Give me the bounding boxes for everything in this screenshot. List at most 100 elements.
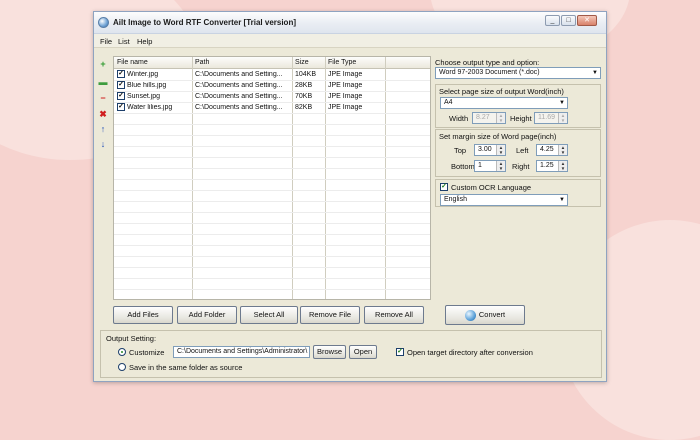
- ocr-group: ✓ Custom OCR Language English ▼: [435, 179, 601, 207]
- menu-file[interactable]: File: [100, 37, 112, 46]
- remove-file-button[interactable]: Remove File: [300, 306, 360, 324]
- open-target-label: Open target directory after conversion: [407, 348, 533, 357]
- header-file-name[interactable]: File name: [117, 59, 148, 66]
- cell-path: C:\Documents and Setting...: [195, 93, 283, 100]
- spinner-arrows-icon[interactable]: ▲ ▼: [496, 161, 505, 171]
- same-folder-label: Save in the same folder as source: [129, 363, 243, 372]
- spinner-arrows-icon: ▲ ▼: [558, 113, 567, 123]
- height-value: 11.69: [538, 114, 555, 121]
- remove-all-button[interactable]: Remove All: [364, 306, 424, 324]
- cell-path: C:\Documents and Setting...: [195, 71, 283, 78]
- open-button[interactable]: Open: [349, 345, 377, 359]
- cell-file-type: JPE Image: [328, 104, 363, 111]
- right-label: Right: [512, 162, 530, 171]
- convert-icon: [464, 309, 476, 321]
- row-checkbox[interactable]: ✓: [117, 103, 125, 111]
- empty-row: [114, 289, 430, 299]
- right-value: 1.25: [540, 162, 554, 169]
- browse-button[interactable]: Browse: [313, 345, 346, 359]
- chevron-down-icon: ▼: [559, 100, 565, 106]
- table-header: File name Path Size File Type: [114, 57, 430, 69]
- output-type-label: Choose output type and option:: [435, 58, 540, 67]
- spinner-arrows-icon[interactable]: ▲ ▼: [558, 161, 567, 171]
- header-size[interactable]: Size: [295, 59, 309, 66]
- margin-group: Set margin size of Word page(inch) Top 3…: [435, 129, 601, 177]
- move-down-icon[interactable]: ↓: [97, 139, 109, 149]
- cell-path: C:\Documents and Setting...: [195, 104, 283, 111]
- app-icon: [98, 17, 109, 28]
- customize-radio[interactable]: [118, 348, 126, 356]
- chevron-down-icon: ▼: [592, 70, 598, 76]
- convert-label: Convert: [478, 310, 506, 320]
- output-setting-label: Output Setting:: [106, 334, 157, 343]
- height-stepper: 11.69 ▲ ▼: [534, 112, 568, 124]
- add-icon[interactable]: +: [97, 59, 109, 69]
- header-path[interactable]: Path: [195, 59, 209, 66]
- top-stepper[interactable]: 3.00 ▲ ▼: [474, 144, 506, 156]
- ocr-language-value: English: [444, 196, 467, 203]
- menu-bar: File List Help: [94, 34, 606, 48]
- cell-file-name: Water lilies.jpg: [127, 104, 173, 111]
- add-files-button[interactable]: Add Files: [113, 306, 173, 324]
- output-type-select[interactable]: Word 97-2003 Document (*.doc) ▼: [435, 67, 601, 79]
- row-checkbox[interactable]: ✓: [117, 70, 125, 78]
- bottom-stepper[interactable]: 1 ▲ ▼: [474, 160, 506, 172]
- page-size-label: Select page size of output Word(inch): [439, 87, 564, 96]
- height-label: Height: [510, 114, 532, 123]
- output-setting-group: Output Setting: Customize C:\Documents a…: [100, 330, 602, 378]
- menu-list[interactable]: List: [118, 37, 130, 46]
- move-up-icon[interactable]: ↑: [97, 124, 109, 134]
- cell-size: 28KB: [295, 82, 313, 89]
- ocr-checkbox[interactable]: ✓: [440, 183, 448, 191]
- row-checkbox[interactable]: ✓: [117, 81, 125, 89]
- output-path-field[interactable]: C:\Documents and Settings\Administrator\: [173, 346, 310, 358]
- output-type-value: Word 97-2003 Document (*.doc): [439, 69, 540, 76]
- cell-file-name: Blue hills.jpg: [127, 82, 167, 89]
- bottom-value: 1: [478, 162, 482, 169]
- cell-file-name: Sunset.jpg: [127, 93, 161, 100]
- cell-size: 104KB: [295, 71, 317, 78]
- left-stepper[interactable]: 4.25 ▲ ▼: [536, 144, 568, 156]
- cell-file-name: Winter.jpg: [127, 71, 159, 78]
- title-bar[interactable]: Ailt Image to Word RTF Converter [Trial …: [94, 12, 606, 34]
- header-file-type[interactable]: File Type: [328, 59, 356, 66]
- page-size-select[interactable]: A4 ▼: [440, 97, 568, 109]
- right-stepper[interactable]: 1.25 ▲ ▼: [536, 160, 568, 172]
- ocr-language-select[interactable]: English ▼: [440, 194, 568, 206]
- left-value: 4.25: [540, 146, 554, 153]
- top-value: 3.00: [478, 146, 492, 153]
- spinner-arrows-icon: ▲ ▼: [496, 113, 505, 123]
- customize-label: Customize: [129, 348, 165, 357]
- cell-file-type: JPE Image: [328, 71, 363, 78]
- open-target-checkbox[interactable]: ✓: [396, 348, 404, 356]
- convert-button[interactable]: Convert: [445, 305, 525, 325]
- chevron-down-icon: ▼: [559, 197, 565, 203]
- remove-icon[interactable]: −: [97, 93, 109, 103]
- spinner-arrows-icon[interactable]: ▲ ▼: [558, 145, 567, 155]
- add-folder-button[interactable]: Add Folder: [177, 306, 237, 324]
- same-folder-radio[interactable]: [118, 363, 126, 371]
- menu-help[interactable]: Help: [137, 37, 152, 46]
- width-value: 8.27: [476, 114, 490, 121]
- cell-file-type: JPE Image: [328, 93, 363, 100]
- folder-icon[interactable]: ▬: [97, 77, 109, 87]
- ocr-label: Custom OCR Language: [451, 183, 532, 192]
- width-label: Width: [449, 114, 469, 123]
- width-stepper: 8.27 ▲ ▼: [472, 112, 506, 124]
- page-size-group: Select page size of output Word(inch) A4…: [435, 84, 601, 128]
- row-checkbox[interactable]: ✓: [117, 92, 125, 100]
- cell-size: 70KB: [295, 93, 313, 100]
- bottom-label: Bottom: [451, 162, 475, 171]
- file-list[interactable]: File name Path Size File Type ✓ Winter.jp…: [113, 56, 431, 300]
- cell-size: 82KB: [295, 104, 313, 111]
- top-label: Top: [454, 146, 467, 155]
- minimize-button[interactable]: _: [545, 15, 560, 26]
- close-button[interactable]: ✕: [577, 15, 597, 26]
- window-title: Ailt Image to Word RTF Converter [Trial …: [113, 18, 296, 27]
- delete-icon[interactable]: ✖: [97, 109, 109, 119]
- select-all-button[interactable]: Select All: [240, 306, 298, 324]
- maximize-button[interactable]: □: [561, 15, 576, 26]
- margin-label: Set margin size of Word page(inch): [439, 132, 557, 141]
- options-panel: Choose output type and option: Word 97-2…: [435, 56, 603, 300]
- spinner-arrows-icon[interactable]: ▲ ▼: [496, 145, 505, 155]
